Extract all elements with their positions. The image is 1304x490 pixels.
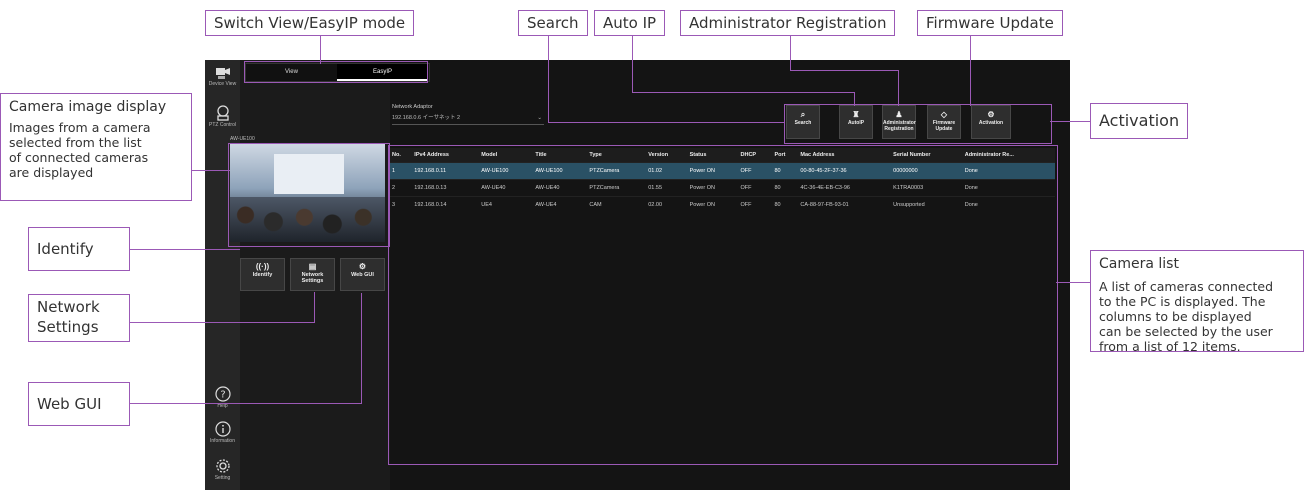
callout-camera-list: Camera list A list of cameras connected … xyxy=(1090,250,1304,354)
sidebar-label: Setting xyxy=(214,475,231,481)
highlight-toolbar xyxy=(784,104,1052,144)
leader-line xyxy=(548,36,549,122)
identify-icon: ((·)) xyxy=(255,262,270,271)
callout-line: Network xyxy=(37,298,100,316)
callout-line: selected from the list xyxy=(9,135,142,150)
highlight-mode-tabs xyxy=(244,61,428,83)
ptz-control-icon xyxy=(216,105,229,121)
callout-firmware-update: Firmware Update xyxy=(917,10,1063,36)
network-settings-icon: ▤ xyxy=(308,262,317,271)
identify-label: Identify xyxy=(252,272,273,278)
callout-line: Images from a camera xyxy=(9,120,151,135)
leader-line xyxy=(1050,121,1090,122)
callout-search: Search xyxy=(518,10,588,36)
leader-line xyxy=(790,70,898,71)
callout-line: columns to be displayed xyxy=(1099,309,1252,324)
gear-icon: ⚙ xyxy=(358,262,367,271)
leader-line xyxy=(130,322,315,323)
callout-activation: Activation xyxy=(1090,103,1189,139)
leader-line xyxy=(1056,282,1090,283)
leader-line xyxy=(130,249,240,250)
leader-line xyxy=(320,36,321,64)
chevron-down-icon: ⌄ xyxy=(537,115,542,121)
callout-line: Settings xyxy=(37,318,99,336)
callout-line: are displayed xyxy=(9,165,94,180)
callout-title: Camera list xyxy=(1099,256,1179,272)
callout-line: to the PC is displayed. The xyxy=(1099,294,1266,309)
callout-identify: Identify xyxy=(28,227,130,271)
sidebar-item-help[interactable]: ? Help xyxy=(205,386,240,409)
sidebar-item-device-view[interactable]: Device View xyxy=(205,64,240,87)
callout-line: of connected cameras xyxy=(9,150,149,165)
svg-text:?: ? xyxy=(220,390,225,401)
setting-icon xyxy=(215,459,230,473)
information-icon xyxy=(214,421,231,437)
device-view-icon xyxy=(215,68,230,79)
highlight-camera-list xyxy=(388,145,1058,465)
sidebar-item-ptz-control[interactable]: PTZ Control xyxy=(205,105,240,128)
camera-name: AW-UE100 xyxy=(230,136,255,142)
leader-line xyxy=(192,170,230,171)
leader-line xyxy=(130,403,362,404)
sidebar-label: Device View xyxy=(208,81,237,87)
callout-line: can be selected by the user xyxy=(1099,324,1273,339)
callout-auto-ip: Auto IP xyxy=(594,10,666,36)
sidebar-item-information[interactable]: Information xyxy=(205,421,240,444)
sidebar-label: PTZ Control xyxy=(209,122,236,128)
network-adaptor-select[interactable]: 192.168.0.6 イーサネット 2 ⌄ xyxy=(392,113,544,125)
callout-line: A list of cameras connected xyxy=(1099,279,1274,294)
leader-line xyxy=(970,36,971,106)
sidebar-label: Information xyxy=(209,438,235,444)
network-settings-label: Network Settings xyxy=(301,272,324,284)
callout-camera-image-display: Camera image display Images from a camer… xyxy=(0,93,192,201)
leader-line xyxy=(790,36,791,70)
sidebar-item-setting[interactable]: Setting xyxy=(205,458,240,481)
callout-network-settings: Network Settings xyxy=(28,294,130,342)
leader-line xyxy=(361,293,362,404)
network-settings-button[interactable]: ▤ Network Settings xyxy=(290,258,335,291)
web-gui-button[interactable]: ⚙ Web GUI xyxy=(340,258,385,291)
callout-title: Camera image display xyxy=(9,99,167,115)
network-adaptor-value: 192.168.0.6 イーサネット 2 xyxy=(392,115,461,121)
callout-web-gui: Web GUI xyxy=(28,382,130,426)
help-icon: ? xyxy=(214,386,231,402)
callout-line: from a list of 12 items. xyxy=(1099,339,1241,354)
network-adaptor-label: Network Adaptor xyxy=(392,104,433,110)
leader-line xyxy=(314,292,315,323)
web-gui-label: Web GUI xyxy=(351,272,374,278)
callout-admin-registration: Administrator Registration xyxy=(680,10,896,36)
leader-line xyxy=(898,70,899,106)
highlight-camera-image xyxy=(228,143,390,247)
sidebar: Device View PTZ Control ? Help Informati… xyxy=(205,60,240,490)
leader-line xyxy=(632,92,854,93)
callout-switch-mode: Switch View/EasyIP mode xyxy=(205,10,415,36)
identify-button[interactable]: ((·)) Identify xyxy=(240,258,285,291)
leader-line xyxy=(632,36,633,92)
leader-line xyxy=(548,122,784,123)
